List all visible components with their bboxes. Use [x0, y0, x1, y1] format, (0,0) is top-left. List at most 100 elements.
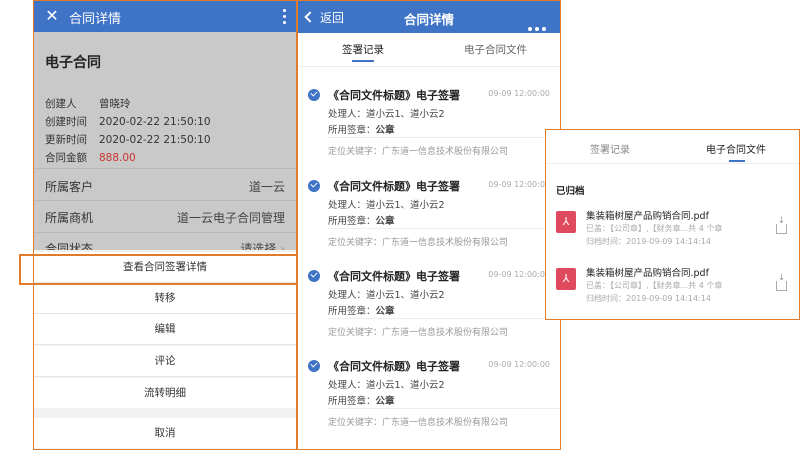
- seal-label: 所用签章：: [328, 396, 376, 407]
- divider: [33, 232, 297, 233]
- file-archived-time: 归档时间：2019-09-09 14:14:14: [586, 294, 711, 303]
- contract-title: 电子合同: [45, 55, 101, 71]
- download-icon[interactable]: [776, 216, 787, 234]
- transfer-button[interactable]: 转移: [33, 283, 297, 313]
- field-value: 道一云电子合同管理: [176, 211, 285, 225]
- active-tab-indicator: [729, 160, 745, 162]
- top-bar: ✕ 合同详情: [33, 0, 297, 32]
- record-handler: 处理人：道小云1、道小云2: [328, 200, 445, 211]
- file-archived-time: 归档时间：2019-09-09 14:14:14: [586, 237, 711, 246]
- info-row-created: 创建时间 2020-02-22 21:50:10: [45, 114, 211, 129]
- contract-detail-screen: ✕ 合同详情 电子合同 创建人 曾晓玲 创建时间 2020-02-22 21:50:…: [33, 0, 297, 450]
- amount-value: 888.00: [99, 152, 136, 164]
- record-seal: 所用签章：公章: [328, 303, 395, 317]
- divider: [33, 376, 297, 377]
- sign-record[interactable]: 《合同文件标题》电子签署 09-09 12:00:00 处理人：道小云1、道小云…: [298, 178, 560, 258]
- seal-label: 所用签章：: [328, 216, 376, 227]
- record-seal: 所用签章：公章: [328, 122, 395, 136]
- contract-files-panel: 签署记录 电子合同文件 已归档 ⅄ 集装箱树屋产品购销合同.pdf 已盖：【公司…: [545, 129, 800, 320]
- divider: [328, 318, 560, 319]
- record-location: 定位关键字：广东道一信息技术股份有限公司: [328, 418, 509, 428]
- active-tab-indicator: [352, 60, 374, 62]
- check-circle-icon: [308, 270, 320, 282]
- sign-records-screen: 返回 合同详情 签署记录 电子合同文件 《合同文件标题》电子签署 09-09 1…: [297, 0, 561, 450]
- file-seals: 已盖：【公司章】,【财务章...共 4 个章: [586, 281, 723, 290]
- file-seals: 已盖：【公司章】,【财务章...共 4 个章: [586, 224, 723, 233]
- divider: [328, 408, 560, 409]
- record-location: 定位关键字：广东道一信息技术股份有限公司: [328, 238, 509, 248]
- record-location: 定位关键字：广东道一信息技术股份有限公司: [328, 328, 509, 338]
- record-time: 09-09 12:00:00: [488, 89, 550, 98]
- record-seal: 所用签章：公章: [328, 393, 395, 407]
- sign-record[interactable]: 《合同文件标题》电子签署 09-09 12:00:00 处理人：道小云1、道小云…: [298, 268, 560, 348]
- pdf-icon: ⅄: [556, 268, 576, 290]
- section-title: 已归档: [556, 186, 585, 197]
- info-value: 2020-02-22 21:50:10: [99, 116, 211, 128]
- more-vert-icon[interactable]: [283, 9, 287, 25]
- field-label: 所属客户: [45, 180, 94, 194]
- seal-label: 所用签章：: [328, 306, 376, 317]
- divider: [328, 137, 560, 138]
- record-title: 《合同文件标题》电子签署: [328, 270, 460, 283]
- record-handler: 处理人：道小云1、道小云2: [328, 290, 445, 301]
- pdf-icon: ⅄: [556, 211, 576, 233]
- page-title: 合同详情: [69, 12, 122, 27]
- record-title: 《合同文件标题》电子签署: [328, 89, 460, 102]
- info-value: 2020-02-22 21:50:10: [99, 134, 211, 146]
- check-circle-icon: [308, 360, 320, 372]
- divider: [33, 344, 297, 345]
- record-location: 定位关键字：广东道一信息技术股份有限公司: [328, 147, 509, 157]
- tab-sign-records[interactable]: 签署记录: [342, 42, 384, 57]
- record-handler: 处理人：道小云1、道小云2: [328, 109, 445, 120]
- record-title: 《合同文件标题》电子签署: [328, 180, 460, 193]
- info-row-creator: 创建人 曾晓玲: [45, 96, 131, 111]
- field-value: 道一云: [248, 180, 285, 194]
- file-item[interactable]: ⅄ 集装箱树屋产品购销合同.pdf 已盖：【公司章】,【财务章...共 4 个章…: [546, 265, 799, 315]
- flow-details-button[interactable]: 流转明细: [33, 378, 297, 408]
- record-time: 09-09 12:00:00: [488, 180, 550, 189]
- check-circle-icon: [308, 180, 320, 192]
- info-label: 创建人: [45, 98, 77, 110]
- top-bar: 返回 合同详情: [298, 1, 560, 33]
- info-row-amount: 合同金额 888.00: [45, 150, 136, 165]
- page-title: 合同详情: [403, 12, 454, 27]
- cancel-button[interactable]: 取消: [33, 418, 297, 448]
- tab-bar: 签署记录 电子合同文件: [546, 130, 799, 164]
- info-label: 合同金额: [45, 152, 87, 164]
- tab-bar: 签署记录 电子合同文件: [298, 33, 560, 67]
- seal-value: 公章: [375, 306, 395, 317]
- info-label: 更新时间: [45, 134, 87, 146]
- record-handler: 处理人：道小云1、道小云2: [328, 380, 445, 391]
- record-seal: 所用签章：公章: [328, 213, 395, 227]
- record-time: 09-09 12:00:00: [488, 360, 550, 369]
- close-icon[interactable]: ✕: [43, 6, 61, 26]
- info-row-updated: 更新时间 2020-02-22 21:50:10: [45, 132, 211, 147]
- field-customer[interactable]: 所属客户 道一云: [45, 178, 285, 195]
- seal-value: 公章: [375, 396, 395, 407]
- field-label: 所属商机: [45, 211, 94, 225]
- sign-record[interactable]: 《合同文件标题》电子签署 09-09 12:00:00 处理人：道小云1、道小云…: [298, 358, 560, 438]
- file-name: 集装箱树屋产品购销合同.pdf: [586, 268, 709, 279]
- seal-value: 公章: [375, 216, 395, 227]
- edit-button[interactable]: 编辑: [33, 314, 297, 344]
- comment-button[interactable]: 评论: [33, 346, 297, 376]
- download-icon[interactable]: [776, 273, 787, 291]
- divider: [328, 228, 560, 229]
- tab-sign-records[interactable]: 签署记录: [590, 141, 630, 156]
- divider: [33, 168, 297, 169]
- tab-contract-files[interactable]: 电子合同文件: [706, 141, 766, 156]
- record-title: 《合同文件标题》电子签署: [328, 360, 460, 373]
- field-opportunity[interactable]: 所属商机 道一云电子合同管理: [45, 209, 285, 226]
- highlight-box: [19, 254, 313, 285]
- info-label: 创建时间: [45, 116, 87, 128]
- file-item[interactable]: ⅄ 集装箱树屋产品购销合同.pdf 已盖：【公司章】,【财务章...共 4 个章…: [546, 208, 799, 258]
- info-value: 曾晓玲: [99, 98, 131, 110]
- check-circle-icon: [308, 89, 320, 101]
- tab-contract-files[interactable]: 电子合同文件: [464, 42, 527, 57]
- record-time: 09-09 12:00:00: [488, 270, 550, 279]
- divider: [33, 200, 297, 201]
- seal-value: 公章: [375, 125, 395, 136]
- file-name: 集装箱树屋产品购销合同.pdf: [586, 211, 709, 222]
- seal-label: 所用签章：: [328, 125, 376, 136]
- sign-record[interactable]: 《合同文件标题》电子签署 09-09 12:00:00 处理人：道小云1、道小云…: [298, 87, 560, 167]
